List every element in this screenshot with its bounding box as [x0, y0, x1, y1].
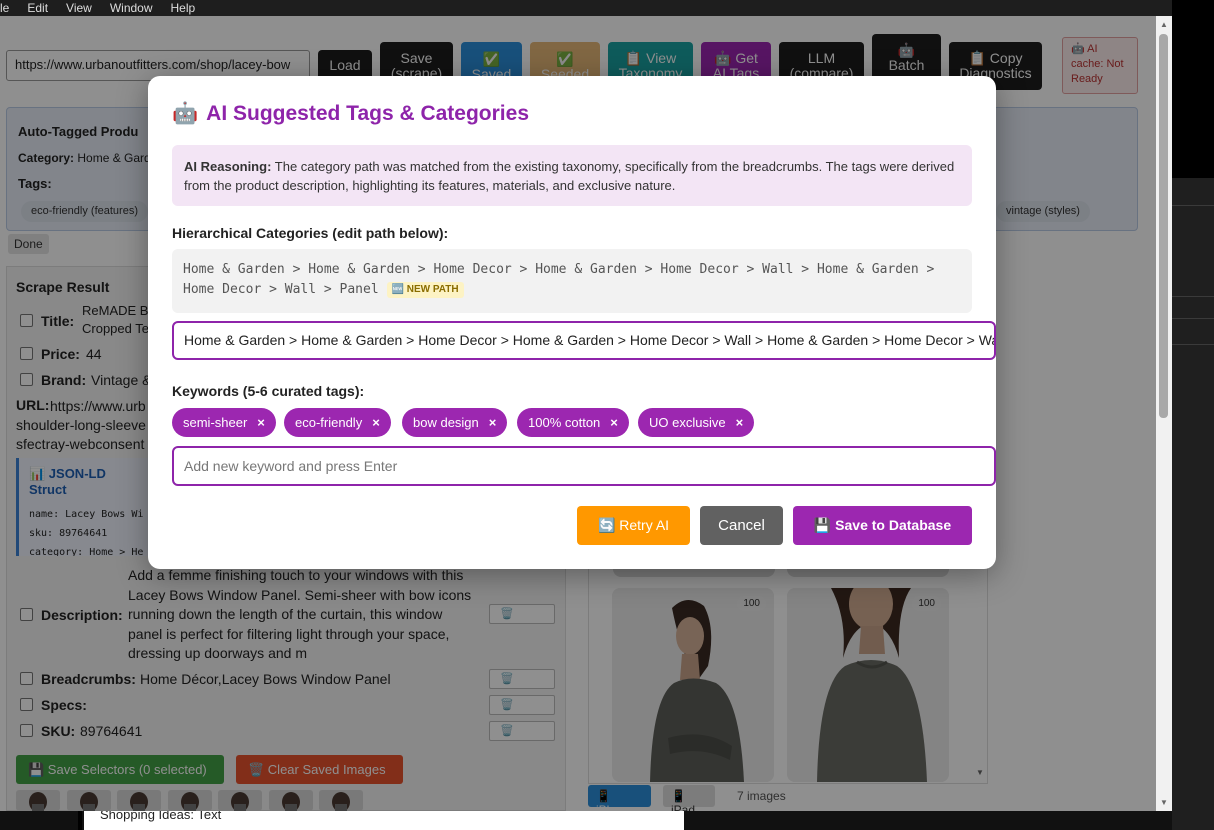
keyword-tag-label: bow design [413, 415, 479, 430]
hierarchical-categories-label: Hierarchical Categories (edit path below… [172, 225, 449, 241]
modal-title-text: AI Suggested Tags & Categories [206, 102, 530, 125]
bottom-text: Shopping Ideas: Text [84, 811, 684, 830]
robot-icon: 🤖 [172, 102, 199, 125]
keyword-tag: UO exclusive × [638, 408, 755, 437]
scroll-up-icon[interactable]: ▲ [1160, 20, 1168, 29]
menu-view[interactable]: View [66, 0, 92, 16]
keyword-tag: eco-friendly × [284, 408, 391, 437]
keywords-label: Keywords (5-6 curated tags): [172, 383, 365, 399]
reasoning-label: AI Reasoning: [184, 159, 272, 174]
keyword-tag: 100% cotton × [517, 408, 629, 437]
ai-reasoning: AI Reasoning: The category path was matc… [172, 145, 972, 206]
new-path-badge: 🆕 NEW PATH [386, 281, 464, 298]
menu-help[interactable]: Help [171, 0, 196, 16]
keyword-tag: semi-sheer × [172, 408, 276, 437]
cancel-button[interactable]: Cancel [700, 506, 783, 545]
retry-ai-button[interactable]: 🔄 Retry AI [577, 506, 690, 545]
keyword-tag: bow design × [402, 408, 508, 437]
scrollbar-thumb[interactable] [1159, 34, 1168, 418]
remove-tag-icon[interactable]: × [489, 415, 497, 430]
remove-tag-icon[interactable]: × [257, 415, 265, 430]
remove-tag-icon[interactable]: × [372, 415, 380, 430]
category-path-input[interactable]: Home & Garden > Home & Garden > Home Dec… [172, 321, 996, 360]
keyword-tag-label: eco-friendly [295, 415, 363, 430]
category-path-display: Home & Garden > Home & Garden > Home Dec… [172, 249, 972, 313]
category-path-text: Home & Garden > Home & Garden > Home Dec… [183, 262, 935, 297]
menu-window[interactable]: Window [110, 0, 153, 16]
keyword-tag-label: 100% cotton [528, 415, 601, 430]
menu-edit[interactable]: Edit [27, 0, 48, 16]
reasoning-text: The category path was matched from the e… [184, 159, 955, 193]
menu-bar: le Edit View Window Help [0, 0, 1172, 16]
keyword-tag-label: semi-sheer [183, 415, 248, 430]
new-keyword-input[interactable]: Add new keyword and press Enter [172, 446, 996, 486]
save-to-database-button[interactable]: 💾 Save to Database [793, 506, 972, 545]
modal-title: 🤖 AI Suggested Tags & Categories [172, 102, 529, 126]
scroll-down-icon[interactable]: ▼ [1160, 798, 1168, 807]
ai-tags-modal: 🤖 AI Suggested Tags & Categories AI Reas… [148, 76, 996, 569]
divider [78, 811, 82, 830]
menu-file[interactable]: le [0, 0, 9, 16]
remove-tag-icon[interactable]: × [736, 415, 744, 430]
keyword-tag-label: UO exclusive [649, 415, 726, 430]
remove-tag-icon[interactable]: × [610, 415, 618, 430]
